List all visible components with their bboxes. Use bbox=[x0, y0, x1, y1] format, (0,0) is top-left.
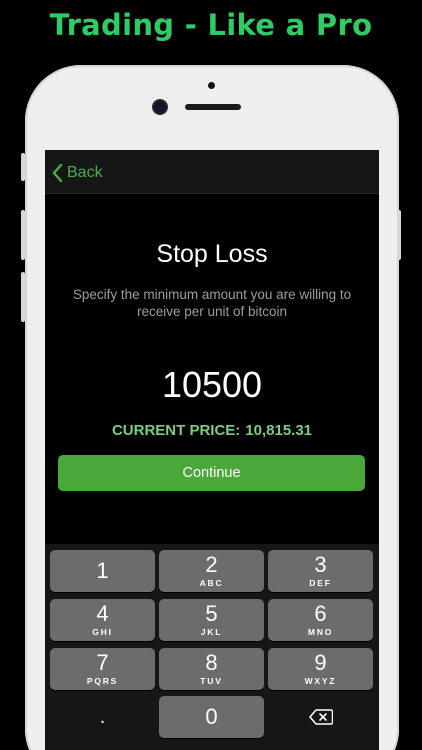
key-6[interactable]: 6 MNO bbox=[268, 599, 373, 641]
key-3[interactable]: 3 DEF bbox=[268, 550, 373, 592]
key-2[interactable]: 2 ABC bbox=[159, 550, 264, 592]
current-price: CURRENT PRICE: 10,815.31 bbox=[45, 422, 379, 439]
key-letters: PQRS bbox=[86, 676, 119, 686]
key-digit: 2 bbox=[205, 552, 218, 577]
key-digit: 9 bbox=[314, 650, 327, 675]
key-letters: GHI bbox=[92, 627, 113, 637]
key-letters: TUV bbox=[200, 676, 223, 686]
earpiece-speaker bbox=[185, 104, 241, 110]
key-digit: 4 bbox=[96, 601, 109, 626]
proximity-sensor bbox=[208, 82, 215, 89]
key-digit: 7 bbox=[96, 650, 109, 675]
back-button[interactable]: Back bbox=[52, 162, 103, 184]
key-letters: JKL bbox=[200, 627, 223, 637]
key-5[interactable]: 5 JKL bbox=[159, 599, 264, 641]
numeric-keypad: 1 2 ABC 3 DEF 4 GHI 5 JKL 6 MNO 7 PQRS 8… bbox=[45, 544, 379, 750]
key-digit: 8 bbox=[205, 650, 218, 675]
key-digit: 0 bbox=[205, 704, 218, 729]
volume-up-button bbox=[21, 210, 25, 260]
key-9[interactable]: 9 WXYZ bbox=[268, 648, 373, 690]
key-4[interactable]: 4 GHI bbox=[50, 599, 155, 641]
key-letters: MNO bbox=[307, 627, 334, 637]
key-0[interactable]: 0 bbox=[159, 696, 264, 738]
key-digit: . bbox=[99, 706, 106, 728]
amount-input[interactable]: 10500 bbox=[45, 364, 379, 406]
promo-title: Trading - Like a Pro bbox=[49, 8, 373, 42]
key-digit: 1 bbox=[96, 558, 109, 583]
backspace-icon bbox=[308, 709, 333, 725]
key-digit: 3 bbox=[314, 552, 327, 577]
key-decimal[interactable]: . bbox=[50, 696, 155, 738]
app-screen: Back Stop Loss Specify the minimum amoun… bbox=[45, 150, 379, 750]
navigation-bar: Back bbox=[45, 150, 379, 194]
key-digit: 6 bbox=[314, 601, 327, 626]
continue-button[interactable]: Continue bbox=[58, 455, 365, 491]
chevron-left-icon bbox=[52, 164, 63, 182]
key-1[interactable]: 1 bbox=[50, 550, 155, 592]
key-letters: DEF bbox=[309, 578, 332, 588]
mute-switch bbox=[21, 153, 25, 181]
volume-down-button bbox=[21, 272, 25, 322]
key-letters: WXYZ bbox=[304, 676, 337, 686]
page-description: Specify the minimum amount you are willi… bbox=[72, 287, 352, 319]
current-price-label: CURRENT PRICE: bbox=[111, 422, 241, 439]
key-8[interactable]: 8 TUV bbox=[159, 648, 264, 690]
current-price-value: 10,815.31 bbox=[245, 422, 313, 439]
power-button bbox=[397, 210, 401, 260]
delete-key[interactable] bbox=[268, 696, 373, 738]
key-digit: 5 bbox=[205, 601, 218, 626]
key-letters: ABC bbox=[199, 578, 224, 588]
front-camera bbox=[154, 101, 166, 113]
back-label: Back bbox=[67, 164, 103, 181]
key-7[interactable]: 7 PQRS bbox=[50, 648, 155, 690]
page-title: Stop Loss bbox=[156, 240, 268, 268]
